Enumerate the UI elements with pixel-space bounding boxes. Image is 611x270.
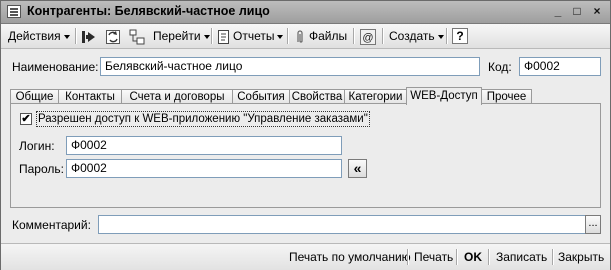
command-separator — [407, 249, 408, 265]
help-button[interactable]: ? — [452, 28, 468, 44]
create-menu[interactable]: Создать — [389, 27, 444, 45]
close-button[interactable]: Закрыть — [558, 249, 604, 265]
actions-menu[interactable]: Действия — [8, 27, 70, 45]
report-icon — [218, 29, 229, 44]
chevron-down-icon — [437, 34, 444, 39]
structure-icon — [129, 29, 145, 45]
window-title: Контрагенты: Белявский-частное лицо — [27, 4, 270, 18]
login-field[interactable]: Ф0002 — [66, 136, 342, 155]
paperclip-icon — [297, 30, 303, 43]
comment-label: Комментарий: — [12, 218, 91, 232]
toolbar-separator — [211, 28, 212, 44]
command-separator — [488, 249, 489, 265]
chevron-down-icon — [203, 34, 210, 39]
title-bar[interactable]: Контрагенты: Белявский-частное лицо _ □ … — [1, 1, 610, 24]
tab-other[interactable]: Прочее — [481, 89, 532, 104]
goto-menu[interactable]: Перейти — [153, 27, 210, 45]
close-window-button[interactable]: × — [588, 4, 606, 19]
tab-contacts[interactable]: Контакты — [58, 89, 122, 104]
chevron-down-icon — [63, 34, 70, 39]
goto-menu-label: Перейти — [153, 29, 201, 43]
tab-events[interactable]: События — [232, 89, 290, 104]
toolbar: Действия Перейти Отчеты Файлы @ Создать … — [1, 24, 610, 49]
password-label: Пароль: — [19, 162, 64, 176]
command-separator — [552, 249, 553, 265]
tab-web-access[interactable]: WEB-Доступ — [406, 87, 482, 105]
copy-login-button[interactable]: « — [348, 159, 367, 178]
code-field[interactable]: Ф0002 — [519, 57, 601, 76]
ok-button[interactable]: OK — [464, 249, 482, 265]
toolbar-separator — [287, 28, 288, 44]
refresh-button[interactable] — [105, 27, 121, 45]
form-icon — [7, 5, 21, 18]
toolbar-separator — [382, 28, 383, 44]
create-menu-label: Создать — [389, 29, 435, 43]
web-access-panel: ✔ Разрешен доступ к WEB-приложению "Упра… — [10, 103, 601, 208]
command-separator — [456, 249, 457, 265]
tab-accounts-contracts[interactable]: Счета и договоры — [121, 89, 233, 104]
enter-in-list-button[interactable] — [81, 27, 97, 45]
toolbar-separator — [75, 28, 76, 44]
name-label: Наименование: — [12, 60, 99, 74]
files-button-label: Файлы — [309, 29, 348, 43]
tab-categories[interactable]: Категории — [344, 89, 407, 104]
toolbar-separator — [446, 28, 447, 44]
structure-button[interactable] — [129, 27, 145, 45]
code-label: Код: — [488, 60, 512, 74]
comment-select-button[interactable]: ... — [585, 215, 601, 234]
login-label: Логин: — [19, 139, 55, 153]
files-button[interactable]: Файлы — [295, 27, 347, 45]
print-default-button[interactable]: Печать по умолчанию — [289, 249, 411, 265]
mail-button[interactable]: @ — [360, 27, 376, 45]
toolbar-separator — [353, 28, 354, 44]
maximize-button[interactable]: □ — [568, 4, 586, 19]
password-field[interactable]: Ф0002 — [66, 159, 342, 178]
print-button[interactable]: Печать — [414, 249, 453, 265]
reports-menu-label: Отчеты — [233, 29, 275, 43]
go-back-icon — [82, 30, 95, 43]
name-field[interactable]: Белявский-частное лицо — [100, 57, 480, 76]
reports-menu[interactable]: Отчеты — [217, 27, 284, 45]
svg-text:@: @ — [362, 32, 373, 44]
at-sign-icon: @ — [360, 28, 376, 45]
minimize-button[interactable]: _ — [549, 4, 567, 19]
actions-menu-label: Действия — [8, 29, 61, 43]
comment-field[interactable] — [98, 215, 586, 234]
command-bar: Печать по умолчанию Печать OK Записать З… — [1, 243, 610, 270]
refresh-icon — [106, 29, 120, 44]
save-button[interactable]: Записать — [496, 249, 547, 265]
web-access-checkbox[interactable]: ✔ — [20, 113, 32, 125]
form-window: Контрагенты: Белявский-частное лицо _ □ … — [0, 0, 611, 270]
tab-properties[interactable]: Свойства — [289, 89, 345, 104]
tab-general[interactable]: Общие — [10, 89, 59, 104]
web-access-checkbox-label[interactable]: Разрешен доступ к WEB-приложению "Управл… — [36, 111, 370, 127]
chevron-down-icon — [277, 34, 284, 39]
